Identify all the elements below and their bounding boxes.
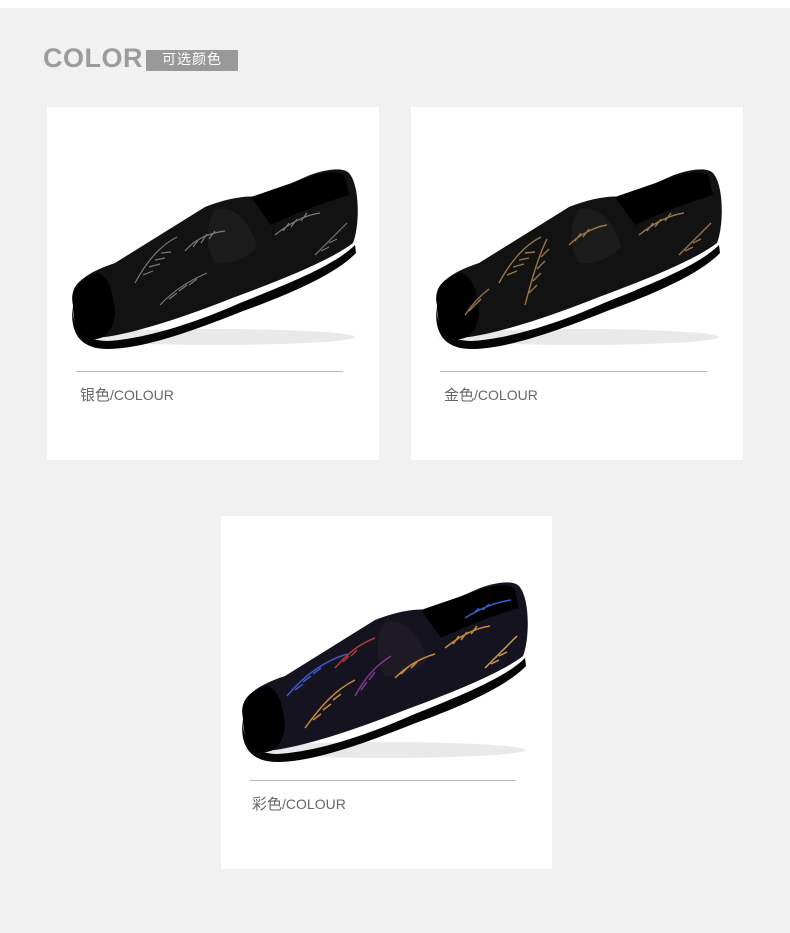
caption-divider	[250, 780, 516, 781]
color-option-card-gold[interactable]: 金色/COLOUR	[411, 107, 743, 460]
product-color-section: COLOR 可选颜色 银色/COLOUR 金色/COLOUR 彩色/COLOUR	[0, 0, 790, 933]
heading-title-en: COLOR	[43, 43, 143, 73]
product-image-silver-shoe	[72, 169, 358, 349]
caption-divider	[440, 371, 707, 372]
variant-suffix: /COLOUR	[474, 387, 538, 403]
variant-caption: 金色/COLOUR	[444, 384, 538, 405]
color-option-card-multicolor[interactable]: 彩色/COLOUR	[221, 516, 552, 869]
color-option-card-silver[interactable]: 银色/COLOUR	[47, 107, 379, 460]
variant-name: 银色	[80, 386, 111, 404]
heading-title-cn-badge: 可选颜色	[146, 49, 238, 71]
variant-caption: 彩色/COLOUR	[252, 793, 346, 814]
variant-suffix: /COLOUR	[110, 387, 174, 403]
product-image-gold-shoe	[436, 169, 722, 349]
variant-caption: 银色/COLOUR	[80, 384, 174, 405]
section-heading: COLOR 可选颜色	[43, 42, 238, 74]
product-image-multicolor-shoe	[242, 582, 528, 762]
variant-name: 彩色	[252, 795, 283, 813]
variant-name: 金色	[444, 386, 475, 404]
caption-divider	[76, 371, 343, 372]
variant-suffix: /COLOUR	[282, 796, 346, 812]
